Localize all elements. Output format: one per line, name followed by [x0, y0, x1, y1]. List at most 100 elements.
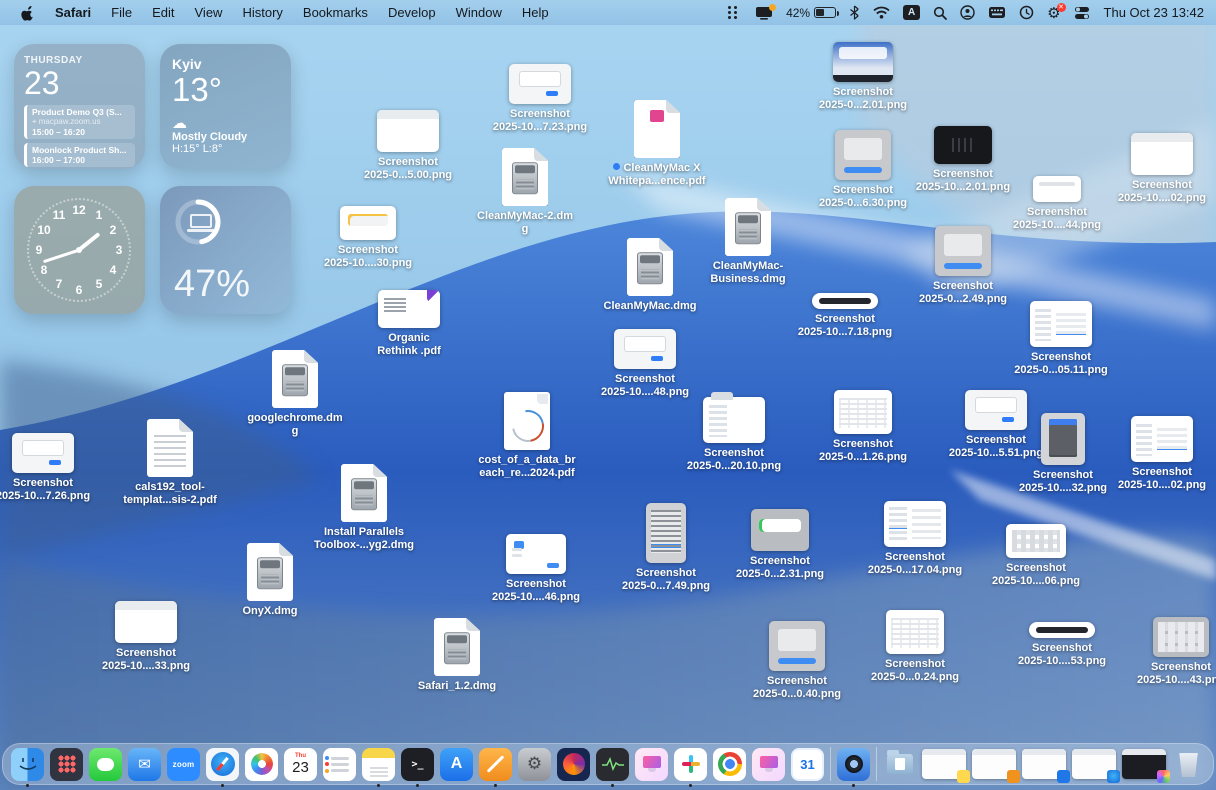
downloads-folder-icon — [887, 754, 913, 774]
desktop-icon-dmg[interactable]: Install ParallelsToolbox-...yg2.dmg — [316, 464, 412, 552]
checklist-icon — [331, 763, 349, 766]
minimized-window-pages[interactable] — [972, 749, 1016, 779]
wifi-icon[interactable] — [870, 0, 893, 25]
desktop-icon-screenshot[interactable]: Screenshot2025-10....32.png — [1015, 413, 1111, 495]
app-menu-safari[interactable]: Safari — [46, 0, 100, 25]
weather-widget[interactable]: Kyiv 13° ☁ Mostly Cloudy H:15° L:8° — [160, 44, 291, 169]
calendar-event[interactable]: Moonlock Product Sh... 16:00 – 17:00 — [24, 143, 135, 167]
desktop-icon-screenshot[interactable]: Screenshot2025-10....30.png — [320, 206, 416, 270]
dots-grid-icon[interactable] — [725, 0, 745, 25]
desktop-icon-pdf[interactable]: cost_of_a_data_breach_re...2024.pdf — [479, 392, 575, 480]
dock-notes[interactable] — [362, 748, 395, 781]
desktop-icon-screenshot[interactable]: Screenshot2025-10....02.png — [1114, 416, 1210, 492]
desktop-icon-screenshot[interactable]: Screenshot2025-0...0.24.png — [867, 610, 963, 684]
desktop-icon-screenshot[interactable]: Screenshot2025-0...5.00.png — [360, 110, 456, 182]
desktop-icon-screenshot[interactable]: Screenshot2025-0...2.01.png — [815, 42, 911, 112]
dock-activity-monitor[interactable] — [596, 748, 629, 781]
desktop-icon-screenshot[interactable]: Screenshot2025-0...20.10.png — [686, 397, 782, 473]
clock-widget[interactable]: 1 2 3 4 5 6 7 8 9 10 11 12 — [14, 186, 145, 314]
menu-bookmarks[interactable]: Bookmarks — [294, 0, 377, 25]
menu-view[interactable]: View — [186, 0, 232, 25]
control-center-icon[interactable] — [1071, 0, 1093, 25]
desktop-icon-screenshot[interactable]: Screenshot2025-10....46.png — [488, 534, 584, 604]
dock-safari[interactable] — [206, 748, 239, 781]
dock-calendar[interactable]: Thu23 — [284, 748, 317, 781]
keyboard-viewer-icon[interactable] — [985, 0, 1009, 25]
user-account-icon[interactable] — [957, 0, 978, 25]
desktop-icon-screenshot[interactable]: Screenshot2025-0...1.26.png — [815, 390, 911, 464]
dock-trash[interactable] — [1172, 748, 1205, 781]
desktop-icon-screenshot[interactable]: Screenshot2025-10....48.png — [597, 329, 693, 399]
png-thumbnail — [1131, 416, 1193, 462]
desktop-icon-pdf[interactable]: cals192_tool-templat...sis-2.pdf — [122, 419, 218, 507]
dock-mail[interactable]: ✉ — [128, 748, 161, 781]
spotlight-search-icon[interactable] — [930, 0, 950, 25]
desktop-icon-dmg[interactable]: CleanMyMac.dmg — [602, 238, 698, 313]
calendar-event[interactable]: Product Demo Q3 (S... ⌖ macpaw.zoom.us 1… — [24, 105, 135, 139]
calendar-widget[interactable]: THURSDAY 23 Product Demo Q3 (S... ⌖ macp… — [14, 44, 145, 169]
dock-photos[interactable] — [245, 748, 278, 781]
desktop-icon-pdf[interactable]: OrganicRethink .pdf — [361, 290, 457, 358]
apple-menu[interactable] — [12, 0, 44, 25]
desktop-icon-screenshot[interactable]: Screenshot2025-10....43.png — [1133, 617, 1216, 687]
input-source-icon[interactable]: A — [900, 0, 923, 25]
dock-messages[interactable] — [89, 748, 122, 781]
desktop-icon-screenshot[interactable]: Screenshot2025-10....44.png — [1009, 176, 1105, 232]
desktop-icon-screenshot[interactable]: Screenshot2025-10....33.png — [98, 601, 194, 673]
desktop-icon-screenshot[interactable]: Screenshot2025-10...2.01.png — [915, 126, 1011, 194]
battery-widget[interactable]: 47% — [160, 186, 291, 314]
minimized-window-dark[interactable] — [1122, 749, 1166, 779]
desktop-icon-screenshot[interactable]: Screenshot2025-10...7.18.png — [797, 293, 893, 339]
menu-bar-clock[interactable]: Thu Oct 23 13:42 — [1100, 5, 1204, 20]
display-status-icon[interactable] — [752, 0, 776, 25]
minimized-window-safari[interactable] — [1072, 749, 1116, 779]
desktop-icon-screenshot[interactable]: Screenshot2025-10....06.png — [988, 524, 1084, 588]
desktop-icon-screenshot[interactable]: Screenshot2025-10....02.png — [1114, 133, 1210, 205]
time-machine-icon[interactable] — [1016, 0, 1037, 25]
dock-reminders[interactable] — [323, 748, 356, 781]
dock-cleanmymac[interactable] — [635, 748, 668, 781]
dock-pen-app[interactable] — [479, 748, 512, 781]
dock-zoom[interactable]: zoom — [167, 748, 200, 781]
menu-file[interactable]: File — [102, 0, 141, 25]
dock-screenshot-app[interactable] — [837, 748, 870, 781]
menu-help[interactable]: Help — [513, 0, 558, 25]
dock-chrome[interactable] — [713, 748, 746, 781]
dock-cleanmymac-x[interactable] — [752, 748, 785, 781]
dock-slack[interactable] — [674, 748, 707, 781]
dock-app-store[interactable]: A — [440, 748, 473, 781]
dock-launchpad[interactable] — [50, 748, 83, 781]
battery-status[interactable]: 42% — [783, 0, 839, 25]
dock-firefox[interactable] — [557, 748, 590, 781]
bluetooth-icon[interactable] — [846, 0, 863, 25]
desktop-icon-screenshot[interactable]: Screenshot2025-0...0.40.png — [749, 621, 845, 701]
dock-downloads-folder[interactable] — [883, 748, 916, 781]
menu-edit[interactable]: Edit — [143, 0, 183, 25]
desktop-icon-screenshot[interactable]: Screenshot2025-0...05.11.png — [1013, 301, 1109, 377]
desktop-icon-screenshot[interactable]: Screenshot2025-0...6.30.png — [815, 130, 911, 210]
minimized-window-stickies[interactable] — [922, 749, 966, 779]
settings-gear-icon[interactable]: ⚙ ✕ — [1044, 0, 1063, 25]
desktop-icon-screenshot[interactable]: Screenshot2025-0...2.49.png — [915, 226, 1011, 306]
png-thumbnail — [1041, 413, 1085, 465]
desktop-icon-screenshot[interactable]: Screenshot2025-10....53.png — [1014, 622, 1110, 668]
menu-develop[interactable]: Develop — [379, 0, 445, 25]
desktop-icon-dmg[interactable]: CleanMyMac-Business.dmg — [700, 198, 796, 286]
minimized-window-blue-app[interactable] — [1022, 749, 1066, 779]
dock-system-settings[interactable]: ⚙ — [518, 748, 551, 781]
desktop-icon-pdf[interactable]: CleanMyMac XWhitepa...ence.pdf — [609, 100, 705, 188]
desktop-icon-dmg[interactable]: CleanMyMac-2.dmg — [477, 148, 573, 236]
desktop-icon-screenshot[interactable]: Screenshot2025-0...17.04.png — [867, 501, 963, 577]
menu-history[interactable]: History — [233, 0, 291, 25]
desktop-icon-dmg[interactable]: googlechrome.dmg — [247, 350, 343, 438]
menu-window[interactable]: Window — [447, 0, 511, 25]
dock-finder[interactable] — [11, 748, 44, 781]
desktop-icon-dmg[interactable]: Safari_1.2.dmg — [409, 618, 505, 693]
dock-google-calendar[interactable]: 31 — [791, 748, 824, 781]
desktop-icon-screenshot[interactable]: Screenshot2025-0...2.31.png — [732, 509, 828, 581]
dock-terminal[interactable]: >_ — [401, 748, 434, 781]
desktop-icon-dmg[interactable]: OnyX.dmg — [222, 543, 318, 618]
desktop-icon-screenshot[interactable]: Screenshot2025-10...7.23.png — [492, 64, 588, 134]
desktop-icon-screenshot[interactable]: Screenshot2025-10...7.26.png — [0, 433, 91, 503]
desktop-icon-screenshot[interactable]: Screenshot2025-0...7.49.png — [618, 503, 714, 593]
